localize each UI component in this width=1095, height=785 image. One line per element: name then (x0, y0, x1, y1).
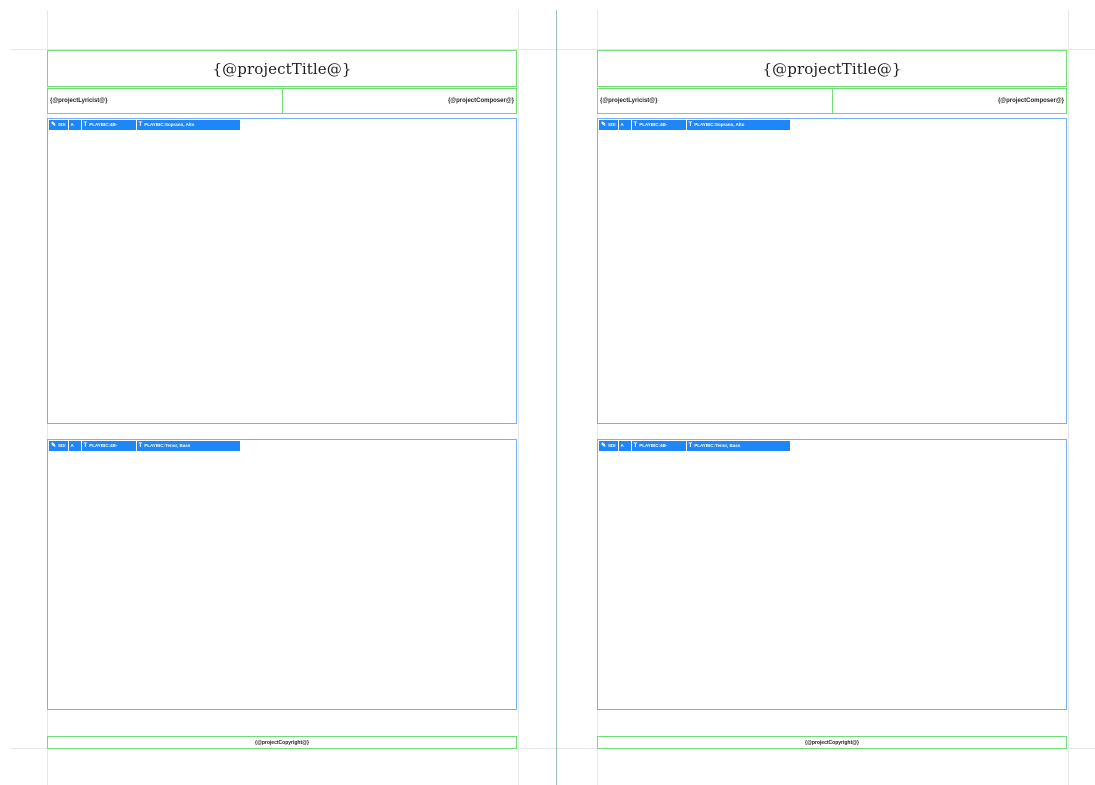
edit-label: SDI (58, 442, 66, 448)
flat-chip[interactable]: A (68, 441, 81, 451)
score-frame-top[interactable]: ✎ SDI A T PLAYBIC:4B- T PLAYBIC:Soprano,… (47, 118, 517, 424)
text-label-2: PLAYBIC:Tenor, Bass (144, 442, 191, 448)
text-label-2: PLAYBIC:Soprano, Alto (694, 121, 745, 127)
flat-chip[interactable]: A (618, 120, 631, 130)
edit-chip[interactable]: ✎ SDI (49, 120, 68, 130)
text-icon: T (633, 443, 638, 449)
meta-row: {@projectLyricist@} {@projectComposer@} (47, 88, 517, 114)
page-right: {@projectTitle@} {@projectLyricist@} {@p… (597, 0, 1069, 785)
score-frame-bottom[interactable]: ✎ SDI A T PLAYBIC:4B- T PLAYBIC:Tenor, B… (47, 439, 517, 710)
edit-chip[interactable]: ✎ SDI (599, 441, 618, 451)
title-frame[interactable]: {@projectTitle@} (47, 50, 517, 87)
copyright-footer[interactable]: {@projectCopyright@} (47, 736, 517, 749)
edit-chip[interactable]: ✎ SDI (49, 441, 68, 451)
text-label-1: PLAYBIC:4B- (89, 442, 118, 448)
flat-label: A (70, 121, 74, 127)
flat-label: A (620, 121, 624, 127)
score-toolbar-bottom: ✎ SDI A T PLAYBIC:4B- T PLAYBIC:Tenor, B… (599, 441, 790, 451)
spread-divider (556, 10, 557, 785)
edit-label: SDI (608, 121, 616, 127)
text-chip-1[interactable]: T PLAYBIC:4B- (631, 120, 686, 130)
meta-row: {@projectLyricist@} {@projectComposer@} (597, 88, 1067, 114)
pencil-icon: ✎ (601, 443, 607, 449)
text-icon: T (83, 122, 88, 128)
score-toolbar-top: ✎ SDI A T PLAYBIC:4B- T PLAYBIC:Soprano,… (599, 120, 790, 130)
project-title: {@projectTitle@} (762, 59, 902, 78)
text-icon: T (633, 122, 638, 128)
flat-label: A (70, 442, 74, 448)
text-chip-1[interactable]: T PLAYBIC:4B- (631, 441, 686, 451)
score-toolbar-bottom: ✎ SDI A T PLAYBIC:4B- T PLAYBIC:Tenor, B… (49, 441, 240, 451)
composer-field[interactable]: {@projectComposer@} (281, 89, 517, 113)
text-chip-2[interactable]: T PLAYBIC:Tenor, Bass (686, 441, 790, 451)
text-icon: T (138, 122, 143, 128)
score-frame-bottom[interactable]: ✎ SDI A T PLAYBIC:4B- T PLAYBIC:Tenor, B… (597, 439, 1067, 710)
copyright-footer[interactable]: {@projectCopyright@} (597, 736, 1067, 749)
score-toolbar-top: ✎ SDI A T PLAYBIC:4B- T PLAYBIC:Soprano,… (49, 120, 240, 130)
text-icon: T (83, 443, 88, 449)
lyricist-field[interactable]: {@projectLyricist@} (598, 89, 832, 113)
text-icon: T (688, 443, 693, 449)
text-chip-1[interactable]: T PLAYBIC:4B- (81, 441, 136, 451)
text-label-1: PLAYBIC:4B- (89, 121, 118, 127)
flat-chip[interactable]: A (68, 120, 81, 130)
page-left: {@projectTitle@} {@projectLyricist@} {@p… (47, 0, 519, 785)
pencil-icon: ✎ (51, 443, 57, 449)
text-label-2: PLAYBIC:Tenor, Bass (694, 442, 741, 448)
pencil-icon: ✎ (51, 122, 57, 128)
flat-label: A (620, 442, 624, 448)
text-label-1: PLAYBIC:4B- (639, 442, 668, 448)
text-label-1: PLAYBIC:4B- (639, 121, 668, 127)
text-icon: T (138, 443, 143, 449)
text-icon: T (688, 122, 693, 128)
text-chip-1[interactable]: T PLAYBIC:4B- (81, 120, 136, 130)
text-chip-2[interactable]: T PLAYBIC:Soprano, Alto (136, 120, 240, 130)
edit-label: SDI (608, 442, 616, 448)
project-title: {@projectTitle@} (212, 59, 352, 78)
edit-chip[interactable]: ✎ SDI (599, 120, 618, 130)
pencil-icon: ✎ (601, 122, 607, 128)
score-frame-top[interactable]: ✎ SDI A T PLAYBIC:4B- T PLAYBIC:Soprano,… (597, 118, 1067, 424)
text-chip-2[interactable]: T PLAYBIC:Soprano, Alto (686, 120, 790, 130)
composer-field[interactable]: {@projectComposer@} (831, 89, 1067, 113)
lyricist-field[interactable]: {@projectLyricist@} (48, 89, 282, 113)
text-chip-2[interactable]: T PLAYBIC:Tenor, Bass (136, 441, 240, 451)
text-label-2: PLAYBIC:Soprano, Alto (144, 121, 195, 127)
flat-chip[interactable]: A (618, 441, 631, 451)
title-frame[interactable]: {@projectTitle@} (597, 50, 1067, 87)
edit-label: SDI (58, 121, 66, 127)
